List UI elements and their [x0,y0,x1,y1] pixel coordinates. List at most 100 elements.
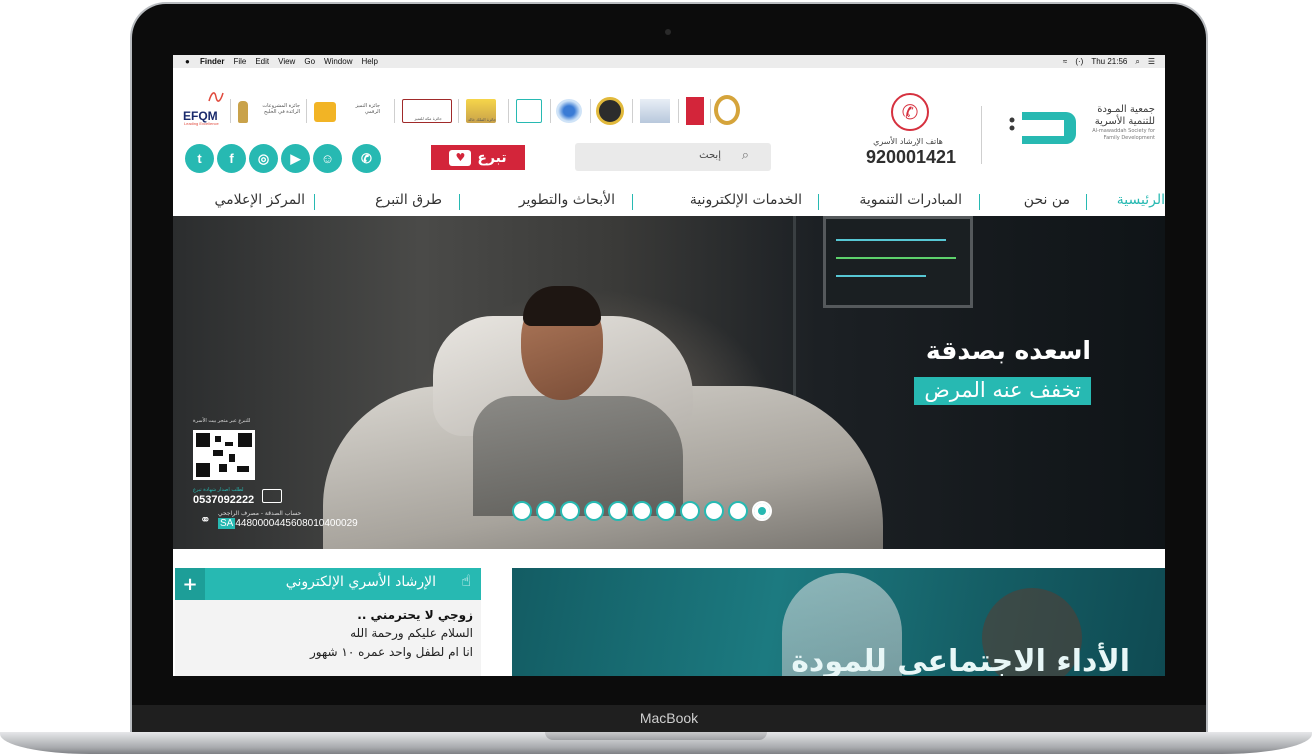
king-khalid-award-label: جائزة الملك خالد [468,117,496,122]
expand-plus-button[interactable]: + [175,568,205,600]
nav-about[interactable]: من نحن [1024,192,1070,208]
question-line: انا ام لطفل واحد عمره ١٠ شهور [310,645,473,659]
facebook-icon[interactable]: f [217,144,246,173]
digital-award-label: جائزة التميز الرقمي [355,103,380,115]
hand-pointer-icon: ☝ [461,571,471,590]
menu-go[interactable]: Go [304,57,315,66]
hotline-label: هاتف الإرشاد الأسري [873,137,943,146]
instagram-icon[interactable]: ◎ [249,144,278,173]
sms-number: 0537092222 [193,494,255,506]
nav-eservices[interactable]: الخدمات الإلكترونية [690,192,802,208]
social-performance-banner[interactable]: الأداء الاجتماعي للمودة [512,568,1165,676]
hero-title: اسعده بصدقة [925,336,1091,365]
clock[interactable]: Thu 21:56 [1091,57,1127,66]
slider-dot[interactable] [728,501,748,521]
menu-file[interactable]: File [233,57,246,66]
award-divider [306,99,307,123]
search-placeholder: إبحث [699,150,721,161]
hero-slider[interactable]: اسعده بصدقة تخفف عنه المرض للتبرع عبر مت… [173,216,1165,549]
nav-divider [1086,194,1087,210]
camera [665,29,671,35]
org-name: جمعية المـودة للتنمية الأسرية Al-mawadda… [1077,104,1155,142]
slider-dot[interactable] [680,501,700,521]
snapchat-icon[interactable]: ☺ [313,144,342,173]
partner-logo [556,99,582,123]
patient-body-image [473,396,683,516]
donate-button[interactable]: تبرع ♥ [431,145,525,170]
e-counseling-title: الإرشاد الأسري الإلكتروني [285,574,436,590]
menu-edit[interactable]: Edit [255,57,269,66]
iban-prefix: SA [218,518,236,529]
menu-window[interactable]: Window [324,57,352,66]
e-counseling-header: ☝ الإرشاد الأسري الإلكتروني + [175,568,481,600]
nav-home[interactable]: الرئيسية [1117,192,1165,208]
hotline-number[interactable]: 920001421 [863,147,959,168]
main-nav: الرئيسية من نحن المبادرات التنموية الخدم… [173,188,1165,216]
counseling-question[interactable]: زوجي لا يحترمني .. السلام عليكم ورحمة ال… [175,600,481,676]
award-divider [710,99,711,123]
site-header: جمعية المـودة للتنمية الأسرية Al-mawadda… [173,68,1165,190]
partner-logo [516,99,542,123]
menu-view[interactable]: View [278,57,295,66]
search-icon[interactable]: ⌕ [742,148,749,163]
device-label: MacBook [639,710,699,726]
phone-icon[interactable]: ✆ [891,93,929,131]
menubar-status: ≈ (·) Thu 21:56 ⌕ ☰ [1063,55,1155,68]
slider-dot[interactable] [632,501,652,521]
donate-label: تبرع [477,149,507,166]
nav-donation-methods[interactable]: طرق التبرع [375,192,442,208]
award-divider [678,99,679,123]
menu-help[interactable]: Help [361,57,377,66]
slider-dot[interactable] [584,501,604,521]
slider-dot[interactable] [656,501,676,521]
award-divider [632,99,633,123]
partner-seal-logo [596,97,624,125]
makkah-award-label: جائزة مكة للتميز [414,116,442,121]
macbook-frame: ● Finder File Edit View Go Window Help ≈… [0,0,1312,754]
org-logo[interactable] [1004,106,1080,150]
nav-divider [818,194,819,210]
spotlight-icon[interactable]: ⌕ [1135,57,1139,67]
award-divider [508,99,509,123]
twitter-icon[interactable]: t [185,144,214,173]
wifi-icon[interactable]: ≈ [1063,57,1067,66]
slider-dot[interactable] [560,501,580,521]
nav-media-center[interactable]: المركز الإعلامي [214,192,305,208]
battery-status[interactable]: (·) [1075,57,1083,66]
efqm-mark-icon [208,92,224,102]
hero-subtitle: تخفف عنه المرض [914,377,1091,405]
gulf-award-icon [238,101,248,123]
medical-monitor-image [823,216,973,308]
youtube-icon[interactable]: ▶ [281,144,310,173]
banner-title: الأداء الاجتماعي للمودة [791,644,1130,676]
menu-finder[interactable]: Finder [200,57,224,66]
partner-logo [640,99,670,123]
slider-dot[interactable] [512,501,532,521]
gulf-award-label: جائزة المشروعات الرائدة في الخليج [262,103,300,115]
slider-dot[interactable] [608,501,628,521]
question-title[interactable]: زوجي لا يحترمني .. [183,608,473,622]
mac-menubar: ● Finder File Edit View Go Window Help ≈… [173,55,1165,68]
iban-number: SA 4480000445608010400029 [218,518,358,529]
account-caption: حساب الصدقة - مصرف الراجحي [218,510,302,517]
screen: ● Finder File Edit View Go Window Help ≈… [173,55,1165,676]
award-divider [550,99,551,123]
great-place-to-work-logo [686,97,704,125]
certificate-icon [262,489,282,503]
nav-divider [632,194,633,210]
search-box[interactable]: إبحث ⌕ [575,143,771,171]
header-divider [981,106,982,164]
nav-research[interactable]: الأبحاث والتطوير [519,192,615,208]
apple-icon[interactable]: ● [185,57,195,66]
slider-dot[interactable] [704,501,724,521]
slider-dot[interactable] [752,501,772,521]
notification-center-icon[interactable]: ☰ [1148,57,1155,66]
qr-code[interactable] [193,430,255,480]
nav-divider [314,194,315,210]
nav-divider [979,194,980,210]
slider-dot[interactable] [536,501,556,521]
whatsapp-icon[interactable]: ✆ [352,144,381,173]
nav-initiatives[interactable]: المبادرات التنموية [859,192,962,208]
heart-icon: ♥ [449,149,472,166]
nav-divider [459,194,460,210]
